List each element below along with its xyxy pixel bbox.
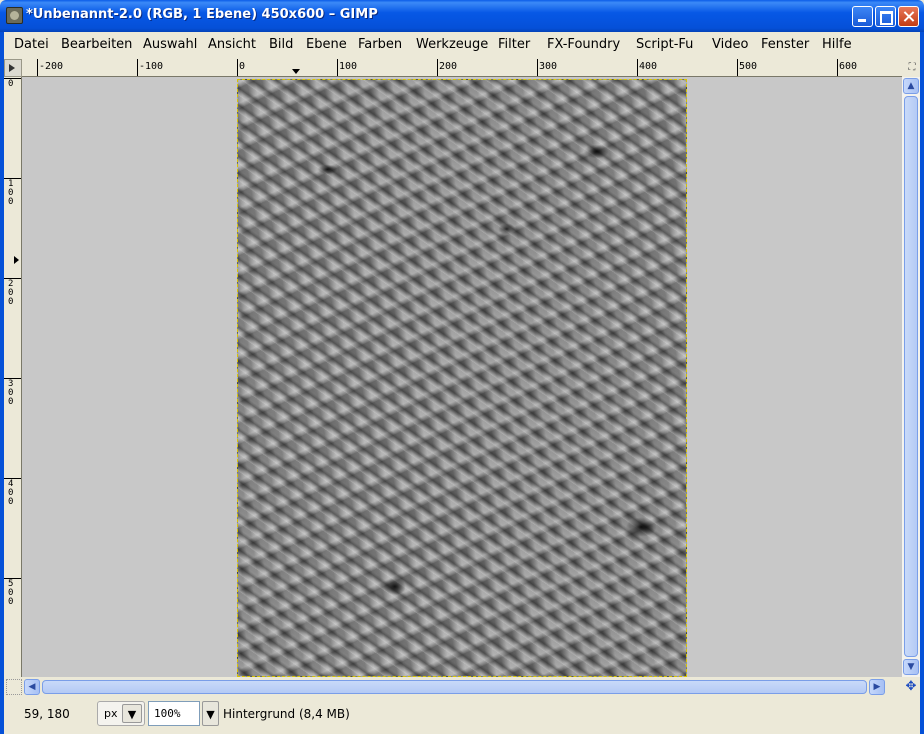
- scroll-left-icon[interactable]: ◀: [24, 679, 40, 695]
- menu-farben[interactable]: Farben: [358, 37, 402, 52]
- maximize-icon[interactable]: [875, 6, 896, 27]
- menu-bild[interactable]: Bild: [269, 37, 293, 52]
- canvas-area[interactable]: [22, 77, 902, 677]
- menu-bar: Datei Bearbeiten Auswahl Ansicht Bild Eb…: [0, 32, 924, 58]
- image-canvas[interactable]: [237, 79, 687, 677]
- menu-filter[interactable]: Filter: [498, 37, 530, 52]
- zoom-toggle-icon[interactable]: ⛶: [904, 59, 920, 77]
- zoom-number: 100: [154, 707, 174, 720]
- title-bar: *Unbenannt-2.0 (RGB, 1 Ebene) 450x600 – …: [0, 0, 924, 32]
- window-frame-right: [920, 58, 924, 734]
- gimp-app-icon[interactable]: [6, 7, 23, 24]
- zoom-input[interactable]: 100%: [148, 701, 200, 726]
- menu-datei[interactable]: Datei: [14, 37, 49, 52]
- horizontal-scrollbar[interactable]: ◀ ▶ ✥: [4, 677, 920, 697]
- zoom-value: 100%: [154, 707, 181, 720]
- layer-info: Hintergrund (8,4 MB): [223, 707, 350, 721]
- navigate-icon[interactable]: ✥: [903, 679, 919, 695]
- status-bar: 59, 180 px ▼ 100% ▼ Hintergrund (8,4 MB): [4, 697, 920, 734]
- ruler-menu-button[interactable]: [4, 59, 22, 77]
- close-icon[interactable]: [898, 6, 919, 27]
- horizontal-scroll-thumb[interactable]: [42, 680, 867, 694]
- menu-script-fu[interactable]: Script-Fu: [636, 37, 693, 52]
- scroll-down-icon[interactable]: ▼: [903, 659, 919, 675]
- ruler-v-ticks: [4, 78, 21, 579]
- minimize-icon[interactable]: [852, 6, 873, 27]
- pointer-position-marker: [14, 256, 19, 264]
- menu-bearbeiten[interactable]: Bearbeiten: [61, 37, 132, 52]
- ruler-h-ticks: [37, 59, 838, 76]
- unit-value: px: [104, 707, 118, 720]
- menu-werkzeuge[interactable]: Werkzeuge: [416, 37, 488, 52]
- unit-dropdown[interactable]: px ▼: [97, 701, 145, 726]
- zoom-suffix: %: [173, 707, 181, 720]
- window-title: *Unbenannt-2.0 (RGB, 1 Ebene) 450x600 – …: [26, 7, 378, 22]
- menu-fenster[interactable]: Fenster: [761, 37, 809, 52]
- menu-auswahl[interactable]: Auswahl: [143, 37, 197, 52]
- menu-hilfe[interactable]: Hilfe: [822, 37, 852, 52]
- vertical-scroll-thumb[interactable]: [904, 96, 918, 657]
- pointer-coordinates: 59, 180: [24, 707, 70, 721]
- menu-ebene[interactable]: Ebene: [306, 37, 347, 52]
- scroll-up-icon[interactable]: ▲: [903, 78, 919, 94]
- pointer-position-marker: [292, 69, 300, 74]
- menu-fx-foundry[interactable]: FX-Foundry: [547, 37, 620, 52]
- vertical-scrollbar[interactable]: ▲ ▼: [902, 77, 920, 677]
- menu-video[interactable]: Video: [712, 37, 748, 52]
- zoom-dropdown-icon[interactable]: ▼: [202, 701, 219, 726]
- menu-ansicht[interactable]: Ansicht: [208, 37, 256, 52]
- horizontal-ruler[interactable]: -200 -100 0 100 200 300 400 500 600: [22, 59, 902, 77]
- scroll-right-icon[interactable]: ▶: [869, 679, 885, 695]
- quick-mask-toggle[interactable]: [6, 679, 22, 695]
- vertical-ruler[interactable]: 0 1 0 0 2 0 0 3 0 0 4 0 0 5 0 0: [4, 77, 22, 677]
- chevron-down-icon[interactable]: ▼: [122, 704, 142, 723]
